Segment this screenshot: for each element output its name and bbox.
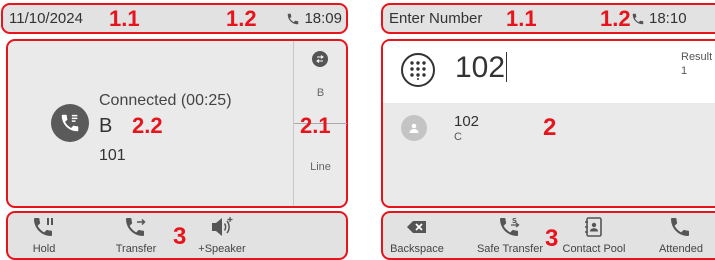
contact-name: C: [454, 131, 462, 143]
marker-1-1: 1.1: [109, 6, 140, 31]
call-avatar: [51, 104, 89, 142]
softkey-bar: Backspace S Safe Transfer 3 Contact Pool…: [381, 211, 715, 260]
attended-button[interactable]: Attended: [651, 213, 711, 258]
line-label[interactable]: Line: [294, 161, 347, 173]
date-label: 11/10/2024: [9, 10, 83, 27]
number-entry-panel: 102 Result 1 102 C 2: [381, 39, 715, 208]
attended-label: Attended: [658, 243, 704, 255]
transfer-screen: Enter Number 1.1 1.2 18:10 102 Result 1 …: [380, 0, 715, 260]
line-b-label[interactable]: B: [294, 87, 347, 99]
marker-1-2: 1.2: [600, 6, 631, 31]
hold-button[interactable]: Hold: [22, 213, 66, 258]
number-input-row[interactable]: 102 Result 1: [383, 41, 715, 103]
softkey-bar: Hold Transfer 3 +Speaker: [6, 211, 348, 260]
marker-1-2: 1.2: [226, 6, 257, 31]
call-transfer-icon: [61, 114, 79, 132]
phone-icon: [632, 13, 644, 24]
marker-1-1: 1.1: [506, 6, 537, 31]
backspace-label: Backspace: [390, 243, 444, 255]
hold-label: Hold: [32, 243, 56, 255]
attended-icon: [671, 218, 689, 236]
hold-icon: [34, 218, 53, 236]
safe-transfer-icon: S: [500, 217, 520, 236]
status-right: 18:10: [631, 10, 687, 27]
contact-pool-button[interactable]: Contact Pool: [559, 213, 629, 258]
time-label: 18:10: [649, 10, 687, 27]
transfer-label: Transfer: [115, 243, 157, 255]
result-count: 1: [681, 65, 688, 77]
time-label: 18:09: [304, 10, 342, 27]
backspace-icon: [407, 221, 426, 233]
transfer-icon: [126, 218, 146, 236]
number-value: 102: [455, 51, 506, 84]
call-info-panel: Connected (00:25) B 2.2 101 B Line 2.1: [6, 39, 348, 208]
contact-pool-icon: [585, 217, 602, 237]
speaker-button[interactable]: +Speaker: [192, 213, 252, 258]
number-input[interactable]: 102: [455, 51, 508, 85]
call-status: Connected (00:25): [99, 92, 232, 109]
marker-3: 3: [173, 223, 187, 250]
dialpad-icon[interactable]: [401, 53, 435, 87]
marker-2: 2: [543, 114, 557, 141]
backspace-button[interactable]: Backspace: [385, 213, 449, 258]
safe-transfer-button[interactable]: S Safe Transfer: [467, 213, 553, 258]
marker-3: 3: [545, 225, 559, 252]
screen-title: Enter Number: [389, 10, 483, 27]
phone-icon: [288, 13, 299, 24]
contact-number: 102: [454, 113, 480, 130]
contact-pool-label: Contact Pool: [562, 243, 626, 255]
text-caret: [506, 52, 508, 82]
switch-icon[interactable]: [312, 51, 328, 67]
contact-avatar-icon: [401, 115, 427, 141]
marker-2-1: 2.1: [300, 113, 331, 138]
contact-result-item[interactable]: 102 C 2: [383, 103, 715, 153]
marker-2-2: 2.2: [132, 113, 163, 138]
status-right: 18:09: [286, 10, 342, 27]
safe-transfer-label: Safe Transfer: [476, 243, 544, 255]
result-label: Result: [681, 51, 713, 63]
call-number: 101: [99, 147, 126, 164]
speaker-label: +Speaker: [198, 243, 246, 255]
transfer-button[interactable]: Transfer: [108, 213, 164, 258]
call-screen: 11/10/2024 1.1 1.2 18:09 Connected (00:2…: [0, 0, 350, 260]
status-bar: Enter Number 1.1 1.2 18:10: [381, 3, 715, 34]
call-name: B: [99, 115, 113, 137]
status-bar: 11/10/2024 1.1 1.2 18:09: [1, 3, 348, 34]
speaker-icon: [212, 217, 233, 236]
